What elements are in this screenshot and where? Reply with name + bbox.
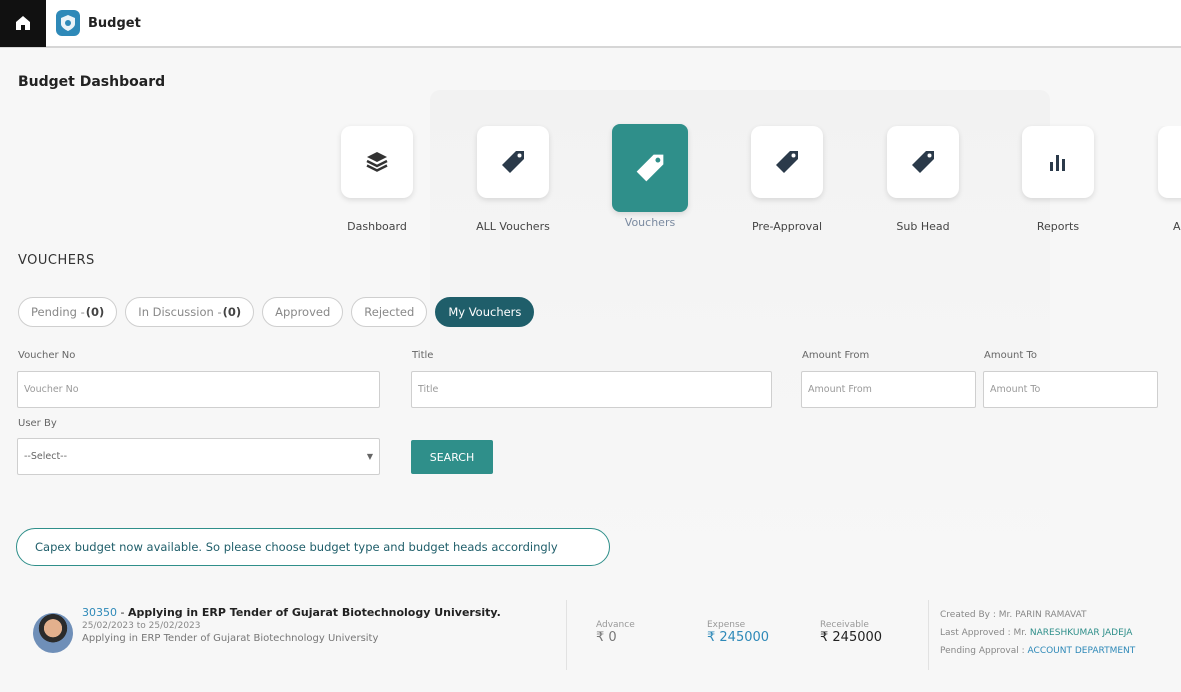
- amount-label: Receivable: [820, 620, 869, 630]
- module-nav: Dashboard ALL Vouchers Vouchers Pre-Appr…: [0, 124, 1181, 241]
- meta-label: Last Approved :: [940, 628, 1014, 638]
- user-by-select[interactable]: --Select-- ▼: [17, 438, 380, 475]
- meta-value: NARESHKUMAR JADEJA: [1029, 628, 1133, 638]
- nav-tile-all-vouchers[interactable]: ALL Vouchers: [443, 126, 583, 233]
- meta-label: Created By :: [940, 610, 999, 620]
- amount-to-label: Amount To: [984, 350, 1038, 361]
- amount-value: ₹ 0: [596, 630, 617, 645]
- tag-icon: [502, 151, 524, 173]
- nav-tile-vouchers[interactable]: Vouchers: [580, 124, 720, 229]
- nav-tile-pre-approval[interactable]: Pre-Approval: [717, 126, 857, 233]
- nav-label: Dashboard: [347, 220, 407, 233]
- avatar: [33, 613, 73, 653]
- layers-icon: [366, 152, 388, 172]
- meta-value: Mr. PARIN RAMAVAT: [998, 610, 1087, 620]
- select-value: --Select--: [24, 451, 68, 462]
- amount-to-input[interactable]: Amount To: [983, 371, 1158, 408]
- capex-notice: Capex budget now available. So please ch…: [16, 528, 610, 566]
- meta-prefix: Mr.: [1013, 628, 1030, 638]
- divider: [928, 600, 929, 670]
- created-by: Created By : Mr. PARIN RAMAVAT: [940, 606, 1135, 624]
- tab-count: (0): [85, 305, 105, 319]
- amount-label: Expense: [707, 620, 746, 630]
- voucher-number-link[interactable]: 30350: [82, 606, 117, 619]
- bar-chart-icon: [1050, 155, 1065, 171]
- expense-amount: Expense ₹ 245000: [707, 620, 769, 645]
- amount-value: ₹ 245000: [707, 630, 770, 645]
- amount-from-input[interactable]: Amount From: [801, 371, 976, 408]
- tab-pending[interactable]: Pending - (0): [18, 297, 118, 327]
- receivable-amount: Receivable ₹ 245000: [820, 620, 882, 645]
- voucher-separator: -: [117, 606, 128, 619]
- voucher-description: Applying in ERP Tender of Gujarat Biotec…: [82, 633, 379, 644]
- nav-tile-ac[interactable]: Ac: [1124, 126, 1181, 233]
- tab-in-discussion[interactable]: In Discussion - (0): [125, 297, 255, 327]
- advance-amount: Advance ₹ 0: [596, 620, 635, 645]
- nav-label: ALL Vouchers: [476, 220, 550, 233]
- top-bar: Budget: [0, 0, 1181, 48]
- last-approved: Last Approved : Mr. NARESHKUMAR JADEJA: [940, 624, 1135, 642]
- unknown-icon: [1158, 126, 1181, 198]
- nav-label: Reports: [1036, 220, 1080, 233]
- voucher-name: Applying in ERP Tender of Gujarat Biotec…: [127, 606, 501, 619]
- nav-tile-dashboard[interactable]: Dashboard: [307, 126, 447, 233]
- amount-label: Advance: [596, 620, 635, 630]
- voucher-row[interactable]: 30350 - Applying in ERP Tender of Gujara…: [16, 588, 1181, 678]
- search-button[interactable]: SEARCH: [411, 440, 493, 474]
- tab-approved[interactable]: Approved: [262, 297, 344, 327]
- title-input[interactable]: Title: [411, 371, 772, 408]
- title-label: Title: [412, 350, 434, 361]
- voucher-no-label: Voucher No: [18, 350, 76, 361]
- section-title: VOUCHERS: [18, 253, 95, 268]
- tag-icon: [776, 151, 798, 173]
- pending-approval: Pending Approval : ACCOUNT DEPARTMENT: [940, 642, 1135, 660]
- page-title: Budget Dashboard: [18, 74, 166, 90]
- tag-icon: [636, 154, 664, 182]
- divider: [566, 600, 567, 670]
- tab-label: Pending -: [31, 305, 85, 319]
- home-icon: [16, 16, 30, 30]
- voucher-dates: 25/02/2023 to 25/02/2023: [82, 621, 201, 631]
- amount-from-label: Amount From: [802, 350, 870, 361]
- nav-label: Vouchers: [624, 216, 676, 229]
- nav-label: Sub Head: [896, 220, 950, 233]
- app-logo-icon: [56, 10, 80, 36]
- caret-down-icon: ▼: [366, 452, 373, 461]
- meta-label: Pending Approval :: [940, 646, 1028, 656]
- app-title: Budget: [88, 15, 141, 31]
- tag-icon: [912, 151, 934, 173]
- tab-my-vouchers[interactable]: My Vouchers: [435, 297, 535, 327]
- nav-label: Ac: [1173, 220, 1181, 233]
- meta-value: ACCOUNT DEPARTMENT: [1027, 646, 1136, 656]
- tab-count: (0): [222, 305, 242, 319]
- voucher-info: 30350 - Applying in ERP Tender of Gujara…: [82, 606, 501, 644]
- voucher-meta: Created By : Mr. PARIN RAMAVAT Last Appr…: [940, 606, 1135, 660]
- nav-tile-reports[interactable]: Reports: [988, 126, 1128, 233]
- voucher-no-input[interactable]: Voucher No: [17, 371, 380, 408]
- nav-label: Pre-Approval: [751, 220, 823, 233]
- status-tabs: Pending - (0) In Discussion - (0) Approved…: [18, 297, 542, 327]
- tab-label: In Discussion -: [138, 305, 222, 319]
- amount-value: ₹ 245000: [820, 630, 883, 645]
- user-by-label: User By: [18, 418, 57, 429]
- voucher-title: 30350 - Applying in ERP Tender of Gujara…: [82, 606, 501, 619]
- nav-tile-sub-head[interactable]: Sub Head: [853, 126, 993, 233]
- home-button[interactable]: [0, 0, 46, 47]
- tab-rejected[interactable]: Rejected: [351, 297, 428, 327]
